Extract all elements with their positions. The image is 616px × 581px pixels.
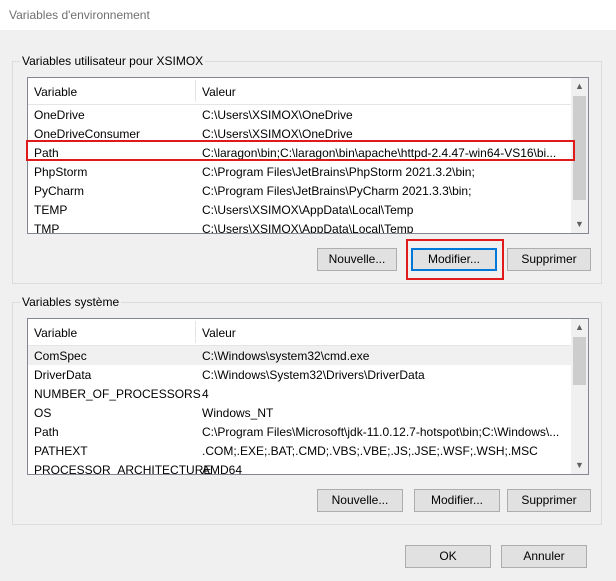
table-row[interactable]: PhpStorm C:\Program Files\JetBrains\PhpS… xyxy=(28,162,571,181)
row-value: AMD64 xyxy=(202,463,243,475)
chevron-up-icon[interactable]: ▲ xyxy=(571,319,588,336)
table-row[interactable]: OS Windows_NT xyxy=(28,403,571,422)
user-variables-group-label: Variables utilisateur pour XSIMOX xyxy=(20,54,206,68)
row-value: C:\Users\XSIMOX\OneDrive xyxy=(202,127,353,141)
column-header-value[interactable]: Valeur xyxy=(202,326,236,340)
row-variable: ComSpec xyxy=(34,349,87,363)
system-variables-group: Variables système Variable Valeur ComSpe… xyxy=(12,295,602,525)
path-row-highlight xyxy=(26,140,575,161)
system-edit-button[interactable]: Modifier... xyxy=(414,489,500,512)
table-row[interactable]: TEMP C:\Users\XSIMOX\AppData\Local\Temp xyxy=(28,200,571,219)
system-variables-list[interactable]: Variable Valeur ComSpec C:\Windows\syste… xyxy=(27,318,589,475)
row-value: C:\Program Files\Microsoft\jdk-11.0.12.7… xyxy=(202,425,560,439)
row-value: C:\Program Files\JetBrains\PyCharm 2021.… xyxy=(202,184,472,198)
window-title: Variables d'environnement xyxy=(9,8,150,22)
column-separator[interactable] xyxy=(195,321,196,343)
table-row[interactable]: DriverData C:\Windows\System32\Drivers\D… xyxy=(28,365,571,384)
user-variables-group: Variables utilisateur pour XSIMOX Variab… xyxy=(12,54,602,284)
edit-button-highlight xyxy=(406,239,504,280)
row-value: C:\Program Files\JetBrains\PhpStorm 2021… xyxy=(202,165,475,179)
table-row[interactable]: PROCESSOR_ARCHITECTURE AMD64 xyxy=(28,460,571,475)
row-value: C:\Users\XSIMOX\OneDrive xyxy=(202,108,353,122)
row-variable: Path xyxy=(34,425,59,439)
row-variable: NUMBER_OF_PROCESSORS xyxy=(34,387,201,401)
table-row[interactable]: PyCharm C:\Program Files\JetBrains\PyCha… xyxy=(28,181,571,200)
row-value: 4 xyxy=(202,387,209,401)
user-new-button[interactable]: Nouvelle... xyxy=(317,248,397,271)
row-value: C:\Users\XSIMOX\AppData\Local\Temp xyxy=(202,222,414,234)
cancel-button[interactable]: Annuler xyxy=(501,545,587,568)
row-variable: TEMP xyxy=(34,203,68,217)
list-header: Variable Valeur xyxy=(28,319,571,346)
list-header: Variable Valeur xyxy=(28,78,571,105)
system-new-button[interactable]: Nouvelle... xyxy=(317,489,403,512)
row-variable: TMP xyxy=(34,222,60,234)
system-delete-button[interactable]: Supprimer xyxy=(507,489,591,512)
row-variable: PROCESSOR_ARCHITECTURE xyxy=(34,463,212,475)
row-variable: PATHEXT xyxy=(34,444,88,458)
table-row[interactable]: ComSpec C:\Windows\system32\cmd.exe xyxy=(28,346,571,365)
title-bar: Variables d'environnement xyxy=(0,0,616,30)
row-value: .COM;.EXE;.BAT;.CMD;.VBS;.VBE;.JS;.JSE;.… xyxy=(202,444,538,458)
row-value: Windows_NT xyxy=(202,406,274,420)
table-row[interactable]: OneDrive C:\Users\XSIMOX\OneDrive xyxy=(28,105,571,124)
row-value: C:\Windows\System32\Drivers\DriverData xyxy=(202,368,425,382)
chevron-up-icon[interactable]: ▲ xyxy=(571,78,588,95)
table-row[interactable]: Path C:\Program Files\Microsoft\jdk-11.0… xyxy=(28,422,571,441)
row-variable: DriverData xyxy=(34,368,92,382)
system-variables-group-label: Variables système xyxy=(20,295,122,309)
table-row[interactable]: NUMBER_OF_PROCESSORS 4 xyxy=(28,384,571,403)
ok-button[interactable]: OK xyxy=(405,545,491,568)
row-variable: OneDrive xyxy=(34,108,85,122)
vertical-scrollbar[interactable]: ▲ ▼ xyxy=(571,319,588,474)
row-value: C:\Users\XSIMOX\AppData\Local\Temp xyxy=(202,203,414,217)
scrollbar-thumb[interactable] xyxy=(573,337,586,385)
row-variable: OS xyxy=(34,406,52,420)
row-variable: PyCharm xyxy=(34,184,85,198)
table-row[interactable]: TMP C:\Users\XSIMOX\AppData\Local\Temp xyxy=(28,219,571,234)
table-row[interactable]: PATHEXT .COM;.EXE;.BAT;.CMD;.VBS;.VBE;.J… xyxy=(28,441,571,460)
column-header-variable[interactable]: Variable xyxy=(34,326,77,340)
user-delete-button[interactable]: Supprimer xyxy=(507,248,591,271)
column-header-variable[interactable]: Variable xyxy=(34,85,77,99)
row-value: C:\Windows\system32\cmd.exe xyxy=(202,349,370,363)
column-separator[interactable] xyxy=(195,80,196,102)
chevron-down-icon[interactable]: ▼ xyxy=(571,457,588,474)
row-variable: PhpStorm xyxy=(34,165,88,179)
chevron-down-icon[interactable]: ▼ xyxy=(571,216,588,233)
row-variable: OneDriveConsumer xyxy=(34,127,141,141)
column-header-value[interactable]: Valeur xyxy=(202,85,236,99)
